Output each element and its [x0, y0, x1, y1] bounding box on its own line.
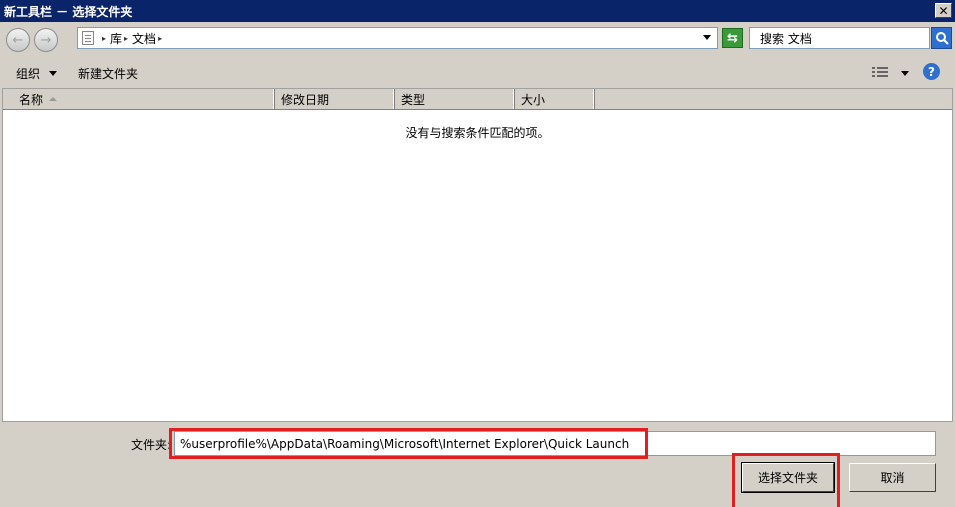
search-placeholder: 搜索 文档 — [760, 31, 812, 46]
file-list[interactable]: 名称 修改日期 类型 大小 没有与搜索条件匹配的项。 — [2, 88, 953, 422]
search-button[interactable] — [931, 27, 952, 49]
select-folder-button[interactable]: 选择文件夹 — [741, 462, 835, 493]
select-folder-label: 选择文件夹 — [757, 471, 818, 485]
folder-path-input[interactable]: %userprofile%\AppData\Roaming\Microsoft\… — [174, 431, 936, 456]
cancel-label: 取消 — [880, 471, 905, 485]
breadcrumb-separator-icon[interactable]: ▸ — [158, 34, 162, 43]
title-bar: 新工具栏 － 选择文件夹 ✕ — [0, 0, 955, 22]
folder-path-value: %userprofile%\AppData\Roaming\Microsoft\… — [180, 436, 630, 451]
column-type[interactable]: 类型 — [395, 89, 515, 109]
column-modified[interactable]: 修改日期 — [275, 89, 395, 109]
column-size-label: 大小 — [521, 92, 546, 107]
document-icon — [82, 31, 94, 45]
back-arrow-icon: ← — [12, 32, 24, 48]
new-folder-button[interactable]: 新建文件夹 — [78, 65, 138, 82]
column-modified-label: 修改日期 — [281, 92, 330, 107]
breadcrumb-separator-icon[interactable]: ▸ — [124, 34, 128, 43]
folder-label: 文件夹: — [131, 438, 172, 452]
empty-message: 没有与搜索条件匹配的项。 — [405, 126, 550, 140]
breadcrumb-documents[interactable]: 文档 — [132, 30, 156, 47]
organize-button[interactable]: 组织 — [16, 65, 40, 82]
refresh-button[interactable]: ⇆ — [722, 28, 743, 48]
forward-button[interactable]: → — [34, 28, 58, 52]
column-header: 名称 修改日期 类型 大小 — [3, 89, 952, 110]
breadcrumb-separator-icon[interactable]: ▸ — [102, 34, 106, 43]
window-title: 新工具栏 － 选择文件夹 — [4, 4, 133, 19]
refresh-icon: ⇆ — [727, 30, 738, 46]
navigation-bar: ← → ▸ 库 ▸ 文档 ▸ ⇆ 搜索 文档 — [0, 22, 955, 56]
view-options-icon[interactable] — [872, 66, 888, 78]
cancel-button[interactable]: 取消 — [849, 463, 936, 492]
column-name-label: 名称 — [19, 92, 44, 107]
command-bar: 组织 新建文件夹 ? — [0, 56, 955, 88]
column-name[interactable]: 名称 — [3, 89, 275, 109]
breadcrumb-library[interactable]: 库 — [110, 30, 122, 47]
help-icon[interactable]: ? — [923, 63, 940, 80]
address-dropdown-icon[interactable] — [703, 35, 711, 40]
view-dropdown-icon[interactable] — [901, 71, 909, 76]
address-bar[interactable]: ▸ 库 ▸ 文档 ▸ — [77, 27, 718, 49]
close-icon: ✕ — [938, 3, 949, 18]
column-type-label: 类型 — [401, 92, 426, 107]
back-button[interactable]: ← — [6, 28, 30, 52]
forward-arrow-icon: → — [40, 32, 52, 48]
organize-dropdown-icon[interactable] — [49, 71, 57, 76]
sort-ascending-icon — [49, 97, 58, 101]
search-icon — [935, 32, 949, 45]
help-glyph: ? — [928, 64, 935, 79]
column-size[interactable]: 大小 — [515, 89, 595, 109]
close-button[interactable]: ✕ — [935, 3, 952, 18]
search-input[interactable]: 搜索 文档 — [749, 27, 930, 49]
